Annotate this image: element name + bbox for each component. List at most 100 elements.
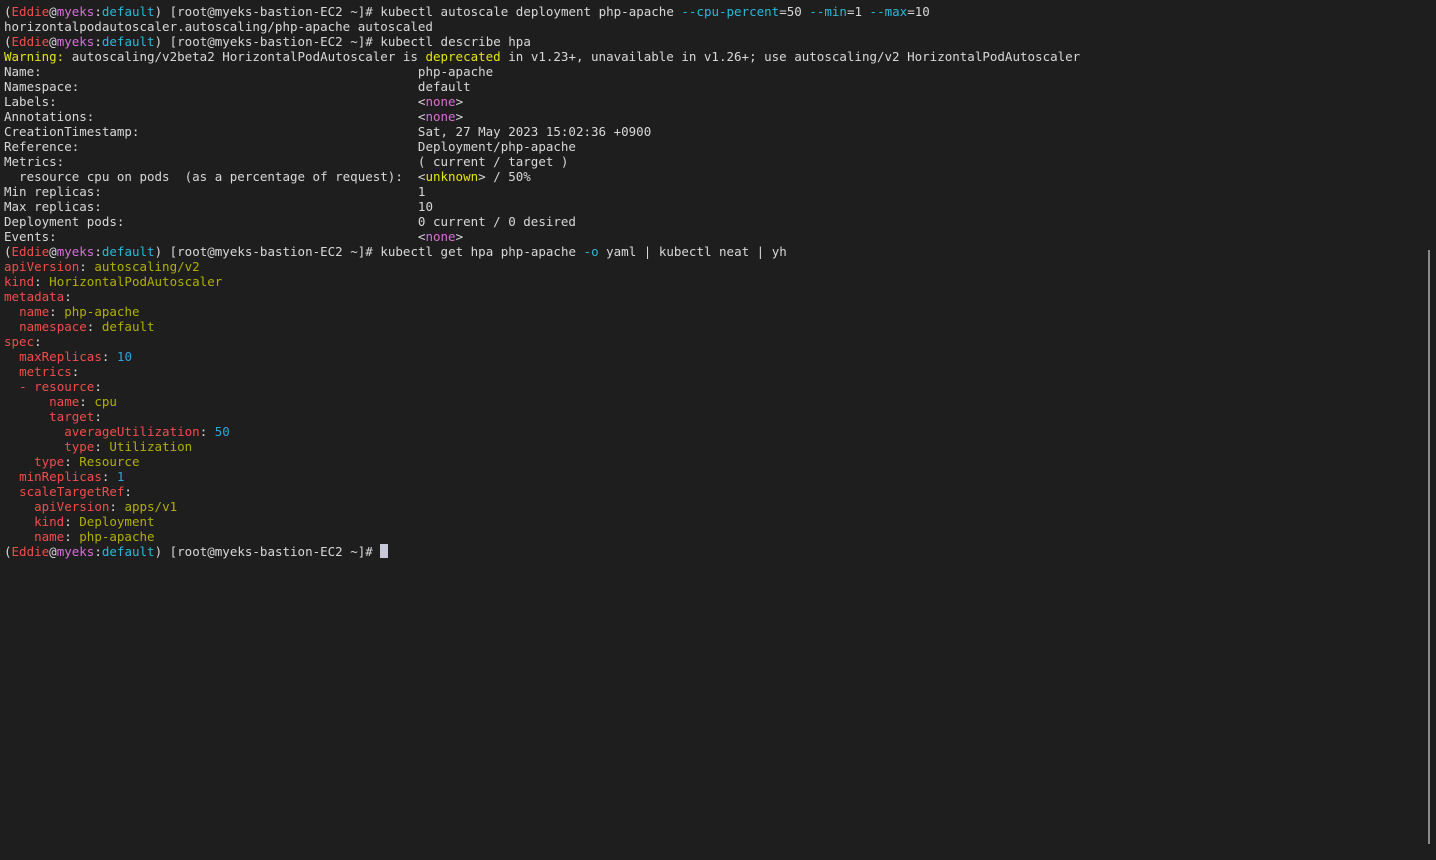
yaml-line: spec: <box>4 334 1424 349</box>
yaml-colon: : <box>124 484 132 499</box>
yaml-colon: : <box>199 424 215 439</box>
describe-row: Metrics: ( current / target ) <box>4 154 1424 169</box>
yaml-value: apps/v1 <box>124 499 178 514</box>
describe-row: Min replicas: 1 <box>4 184 1424 199</box>
yaml-key: minReplicas <box>19 469 102 484</box>
prompt-namespace: default <box>101 34 155 49</box>
terminal-line-describe-command: (Eddie@myeks:default) [root@myeks-bastio… <box>4 34 1424 49</box>
describe-row: Name: php-apache <box>4 64 1424 79</box>
yaml-colon: : <box>64 454 80 469</box>
yaml-line: minReplicas: 1 <box>4 469 1424 484</box>
prompt-at: @ <box>49 544 57 559</box>
yaml-colon: : <box>71 364 80 379</box>
describe-value: 1 <box>417 184 426 199</box>
yaml-key: name <box>34 529 65 544</box>
command-text: kubectl autoscale deployment php-apache <box>380 4 682 19</box>
warning-text: in v1.23+, unavailable in v1.26+; use au… <box>500 49 1081 64</box>
prompt-namespace: default <box>101 544 155 559</box>
describe-value: php-apache <box>417 64 494 79</box>
yaml-line: apiVersion: autoscaling/v2 <box>4 259 1424 274</box>
prompt-open: ( <box>4 4 12 19</box>
yaml-value: Resource <box>79 454 140 469</box>
prompt-user: Eddie <box>11 244 50 259</box>
scrollbar[interactable] <box>1428 250 1430 844</box>
text-cursor[interactable] <box>380 544 389 558</box>
yaml-line: kind: Deployment <box>4 514 1424 529</box>
yaml-value: Utilization <box>109 439 193 454</box>
prompt-open: ( <box>4 244 12 259</box>
yaml-value: php-apache <box>79 529 155 544</box>
none-gt: > <box>455 229 464 244</box>
describe-row: Namespace: default <box>4 79 1424 94</box>
describe-row: CreationTimestamp: Sat, 27 May 2023 15:0… <box>4 124 1424 139</box>
yaml-key: target <box>49 409 95 424</box>
yaml-colon: : <box>109 499 125 514</box>
describe-value: Sat, 27 May 2023 15:02:36 +0900 <box>417 124 652 139</box>
unknown-word: unknown <box>425 169 479 184</box>
yaml-line: namespace: default <box>4 319 1424 334</box>
describe-value: > / 50% <box>478 169 531 184</box>
yaml-value: php-apache <box>64 304 140 319</box>
yaml-key: apiVersion <box>4 259 80 274</box>
terminal-window[interactable]: (Eddie@myeks:default) [root@myeks-bastio… <box>0 0 1424 860</box>
prompt-cluster: myeks <box>56 34 95 49</box>
describe-row: Max replicas: 10 <box>4 199 1424 214</box>
yaml-colon: : <box>94 379 102 394</box>
yaml-key: maxReplicas <box>19 349 102 364</box>
yaml-colon: : <box>79 259 95 274</box>
yaml-number: 10 <box>116 349 132 364</box>
yaml-colon: : <box>94 409 102 424</box>
describe-value: Deployment/php-apache <box>417 139 576 154</box>
yaml-line: averageUtilization: 50 <box>4 424 1424 439</box>
describe-key: Min replicas: <box>4 184 418 199</box>
yaml-colon: : <box>34 334 42 349</box>
prompt-namespace: default <box>101 4 155 19</box>
prompt-at: @ <box>49 4 57 19</box>
describe-key: CreationTimestamp: <box>4 124 418 139</box>
warning-deprecated: deprecated <box>425 49 501 64</box>
yaml-value: cpu <box>94 394 117 409</box>
command-value: =50 <box>779 4 810 19</box>
yaml-colon: : <box>86 319 102 334</box>
command-flag: --min <box>809 4 847 19</box>
none-word: none <box>425 94 456 109</box>
yaml-line: target: <box>4 409 1424 424</box>
yaml-number: 1 <box>116 469 125 484</box>
yaml-key: type <box>34 454 65 469</box>
warning-label: Warning: <box>4 49 65 64</box>
prompt-cluster: myeks <box>56 244 95 259</box>
yaml-value: Deployment <box>79 514 155 529</box>
yaml-colon: : <box>101 349 117 364</box>
none-word: none <box>425 229 456 244</box>
warning-line: Warning: autoscaling/v2beta2 HorizontalP… <box>4 49 1424 64</box>
warning-text: autoscaling/v2beta2 HorizontalPodAutosca… <box>64 49 426 64</box>
yaml-key: type <box>64 439 95 454</box>
describe-key: Name: <box>4 64 418 79</box>
command-flag: -o <box>583 244 599 259</box>
prompt-cluster: myeks <box>56 544 95 559</box>
command-text: kubectl get hpa php-apache <box>380 244 584 259</box>
yaml-key: kind <box>4 274 35 289</box>
yaml-colon: : <box>101 469 117 484</box>
yaml-colon: : <box>64 514 80 529</box>
describe-key: Annotations: <box>4 109 418 124</box>
prompt-path: ) [root@myeks-bastion-EC2 ~]# <box>154 4 381 19</box>
yaml-line: kind: HorizontalPodAutoscaler <box>4 274 1424 289</box>
yaml-line: name: php-apache <box>4 529 1424 544</box>
none-gt: > <box>455 109 464 124</box>
prompt-user: Eddie <box>11 34 50 49</box>
prompt-path: ) [root@myeks-bastion-EC2 ~]# <box>154 244 381 259</box>
prompt-at: @ <box>49 244 57 259</box>
terminal-line-active-prompt[interactable]: (Eddie@myeks:default) [root@myeks-bastio… <box>4 544 1424 559</box>
yaml-colon: : <box>64 529 80 544</box>
command-flag: --cpu-percent <box>681 4 780 19</box>
describe-value: 10 <box>417 199 433 214</box>
yaml-line: name: php-apache <box>4 304 1424 319</box>
prompt-open: ( <box>4 544 12 559</box>
prompt-user: Eddie <box>11 4 50 19</box>
terminal-output-line: horizontalpodautoscaler.autoscaling/php-… <box>4 19 433 34</box>
yaml-line: scaleTargetRef: <box>4 484 1424 499</box>
terminal-line-get-hpa-command: (Eddie@myeks:default) [root@myeks-bastio… <box>4 244 1424 259</box>
yaml-line: - resource: <box>4 379 1424 394</box>
yaml-key: name <box>19 304 50 319</box>
